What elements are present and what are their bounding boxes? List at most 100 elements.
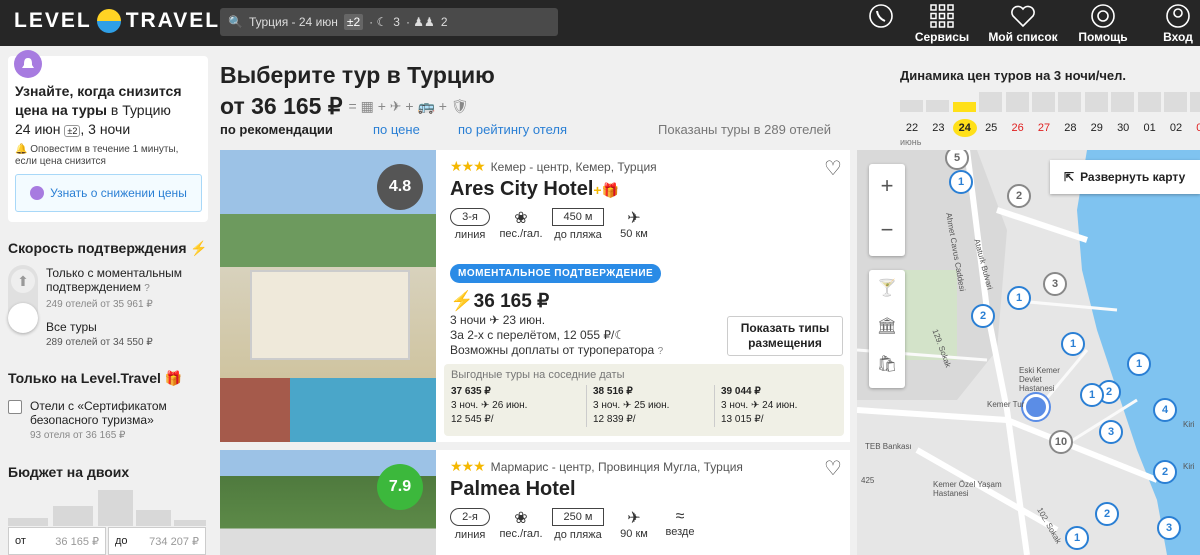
map-pin[interactable]: 1 bbox=[949, 170, 973, 194]
price-alert-button[interactable]: Узнать о снижении цены bbox=[15, 174, 202, 212]
nav-wishlist[interactable]: Мой список bbox=[986, 4, 1060, 44]
hotel-card[interactable]: 7.9 ★★★ Мармарис - центр, Провинция Мугла… bbox=[220, 450, 850, 555]
map-pin[interactable]: 2 bbox=[1095, 502, 1119, 526]
nav-services-label: Сервисы bbox=[914, 30, 970, 44]
favorite-heart-icon[interactable]: ♡ bbox=[824, 156, 842, 181]
map-pin[interactable]: 4 bbox=[1153, 398, 1177, 422]
beach-line: 3-я линия bbox=[450, 208, 490, 241]
map-pin[interactable]: 1 bbox=[1007, 286, 1031, 310]
map-pin[interactable]: 3 bbox=[1043, 272, 1067, 296]
dynamics-day-label[interactable]: 01 bbox=[1138, 119, 1162, 137]
show-rooms-button[interactable]: Показать типы размещения bbox=[727, 316, 843, 356]
shown-count: Показаны туры в 289 отелей bbox=[658, 122, 832, 137]
price-from: от 36 165 ₽ = ▦ + ✈ + 🚌 + 🛡 bbox=[220, 93, 469, 119]
phone-button[interactable] bbox=[866, 4, 896, 30]
certificate-label: Отели с «Сертификатом безопасного туризм… bbox=[30, 399, 167, 441]
map-pin[interactable]: 2 bbox=[971, 304, 995, 328]
dynamics-bar[interactable] bbox=[1164, 92, 1187, 112]
map-layers: 🍸 🏛 🛍 bbox=[869, 270, 905, 388]
dynamics-bar[interactable] bbox=[1190, 92, 1200, 112]
dynamics-bar[interactable] bbox=[1005, 92, 1029, 112]
map-pin[interactable]: 2 bbox=[1153, 460, 1177, 484]
selected-hotel-pin[interactable] bbox=[1023, 394, 1049, 420]
map-pin[interactable]: 3 bbox=[1157, 516, 1181, 540]
dynamics-day-label[interactable]: 27 bbox=[1032, 119, 1056, 137]
dynamics-day-label[interactable]: 24 bbox=[952, 119, 977, 137]
speed-toggle[interactable]: ⬆ bbox=[8, 265, 38, 333]
speed-option-instant[interactable]: Только с моментальным подтверждением ? 2… bbox=[46, 266, 206, 312]
page-title: Выберите тур в Турцию bbox=[220, 62, 495, 88]
map-pin[interactable]: 1 bbox=[1061, 332, 1085, 356]
map-pin[interactable]: 2 bbox=[1007, 184, 1031, 208]
map[interactable]: + − 🍸 🏛 🛍 ⇱ Развернуть карту 5 2 1 2 3 1 … bbox=[857, 150, 1200, 555]
museum-icon[interactable]: 🏛 bbox=[869, 308, 905, 346]
nearby-date-option[interactable]: 39 044 ₽3 ноч. ✈ 24 июн. 13 015 ₽/ bbox=[714, 385, 839, 427]
dynamics-day-label[interactable]: 22 bbox=[900, 119, 924, 137]
dynamics-bar[interactable] bbox=[1111, 92, 1135, 112]
hotel-name[interactable]: Palmea Hotel bbox=[450, 478, 576, 501]
zoom-controls: + − bbox=[869, 164, 905, 256]
budget-to-input[interactable]: до 734 207 ₽ bbox=[108, 527, 206, 555]
hotel-price: ⚡36 165 ₽ bbox=[450, 291, 550, 312]
dynamics-bar[interactable] bbox=[1137, 92, 1161, 112]
search-bar[interactable]: 🔍 Турция - 24 июн ±2 · ☾ 3 · ♟♟ 2 bbox=[220, 8, 558, 36]
price-alert-title: Узнайте, когда снизится цена на туры в Т… bbox=[15, 83, 182, 137]
nearby-dates: Выгодные туры на соседние даты 37 635 ₽3… bbox=[444, 364, 844, 436]
search-destination: Турция - 24 июн bbox=[248, 15, 338, 29]
map-pin[interactable]: 1 bbox=[1127, 352, 1151, 376]
sort-recommended[interactable]: по рекомендации bbox=[220, 122, 333, 137]
dynamics-bar[interactable] bbox=[1084, 92, 1108, 112]
dynamics-day-label[interactable]: 02 bbox=[1164, 119, 1188, 137]
budget-from-input[interactable]: от 36 165 ₽ bbox=[8, 527, 106, 555]
hotel-card[interactable]: 4.8 ★★★ Кемер - центр, Кемер, Турция ♡ Ar… bbox=[220, 150, 850, 442]
logo[interactable]: LEVEL TRAVEL bbox=[14, 9, 220, 33]
dynamics-day-label[interactable]: 25 bbox=[979, 119, 1003, 137]
favorite-heart-icon[interactable]: ♡ bbox=[824, 456, 842, 481]
nearby-date-option[interactable]: 38 516 ₽3 ноч. ✈ 25 июн. 12 839 ₽/ bbox=[586, 385, 711, 427]
sort-rating[interactable]: по рейтингу отеля bbox=[458, 122, 567, 137]
nav-wishlist-label: Мой список bbox=[988, 30, 1058, 44]
dynamics-day-label[interactable]: 29 bbox=[1085, 119, 1109, 137]
dynamics-bar[interactable] bbox=[900, 100, 923, 112]
shopping-icon[interactable]: 🛍 bbox=[869, 346, 905, 384]
map-pin[interactable]: 3 bbox=[1099, 420, 1123, 444]
sort-price[interactable]: по цене bbox=[373, 122, 420, 137]
dynamics-day-label[interactable]: 03 bbox=[1190, 119, 1200, 137]
shell-icon: ❀ bbox=[514, 510, 528, 527]
map-label: Eski Kemer Devlet Hastanesi bbox=[1019, 366, 1060, 393]
bell-small-icon: 🔔 bbox=[15, 144, 28, 155]
speed-option-all[interactable]: Все туры 289 отелей от 34 550 ₽ bbox=[46, 320, 206, 350]
plane-icon: ✈ bbox=[627, 210, 641, 227]
nav-login[interactable]: Вход bbox=[1158, 4, 1198, 44]
nearby-date-option[interactable]: 37 635 ₽3 ноч. ✈ 26 июн. 12 545 ₽/ bbox=[451, 385, 576, 427]
hotel-name[interactable]: Ares City Hotel+🎁 bbox=[450, 178, 619, 201]
zoom-out-button[interactable]: − bbox=[869, 208, 905, 252]
sun-icon bbox=[96, 9, 121, 33]
map-label: Kiri bbox=[1183, 420, 1195, 429]
dynamics-bar[interactable] bbox=[1058, 92, 1082, 112]
map-pin[interactable]: 1 bbox=[1080, 383, 1104, 407]
dynamics-bar[interactable] bbox=[979, 92, 1003, 112]
dynamics-bar[interactable] bbox=[1032, 92, 1055, 112]
certificate-checkbox[interactable] bbox=[8, 400, 22, 414]
nav-services[interactable]: Сервисы bbox=[910, 4, 974, 44]
logo-right: TRAVEL bbox=[125, 9, 221, 32]
dynamics-day-label[interactable]: 28 bbox=[1058, 119, 1082, 137]
nav-help[interactable]: Помощь bbox=[1074, 4, 1132, 44]
map-pin[interactable]: 10 bbox=[1049, 430, 1073, 454]
expand-icon: ⇱ bbox=[1064, 170, 1075, 184]
cocktail-icon[interactable]: 🍸 bbox=[869, 270, 905, 308]
expand-map-button[interactable]: ⇱ Развернуть карту bbox=[1050, 160, 1200, 194]
dynamics-day-label[interactable]: 23 bbox=[926, 119, 950, 137]
stars-icon: ★★★ bbox=[450, 158, 486, 174]
dynamics-day-label[interactable]: 30 bbox=[1111, 119, 1135, 137]
map-pin[interactable]: 1 bbox=[1065, 526, 1089, 550]
only-level-title: Только на Level.Travel 🎁 bbox=[8, 370, 183, 386]
dynamics-bar[interactable] bbox=[952, 102, 976, 112]
price-details: 3 ночи ✈ 23 июн. За 2-х с перелётом, 12 … bbox=[450, 313, 664, 357]
dynamics-day-label[interactable]: 26 bbox=[1006, 119, 1030, 137]
zoom-in-button[interactable]: + bbox=[869, 164, 905, 208]
logo-left: LEVEL bbox=[14, 9, 92, 32]
dynamics-bar[interactable] bbox=[926, 100, 950, 112]
beach-line: 2-я линия bbox=[450, 508, 490, 541]
